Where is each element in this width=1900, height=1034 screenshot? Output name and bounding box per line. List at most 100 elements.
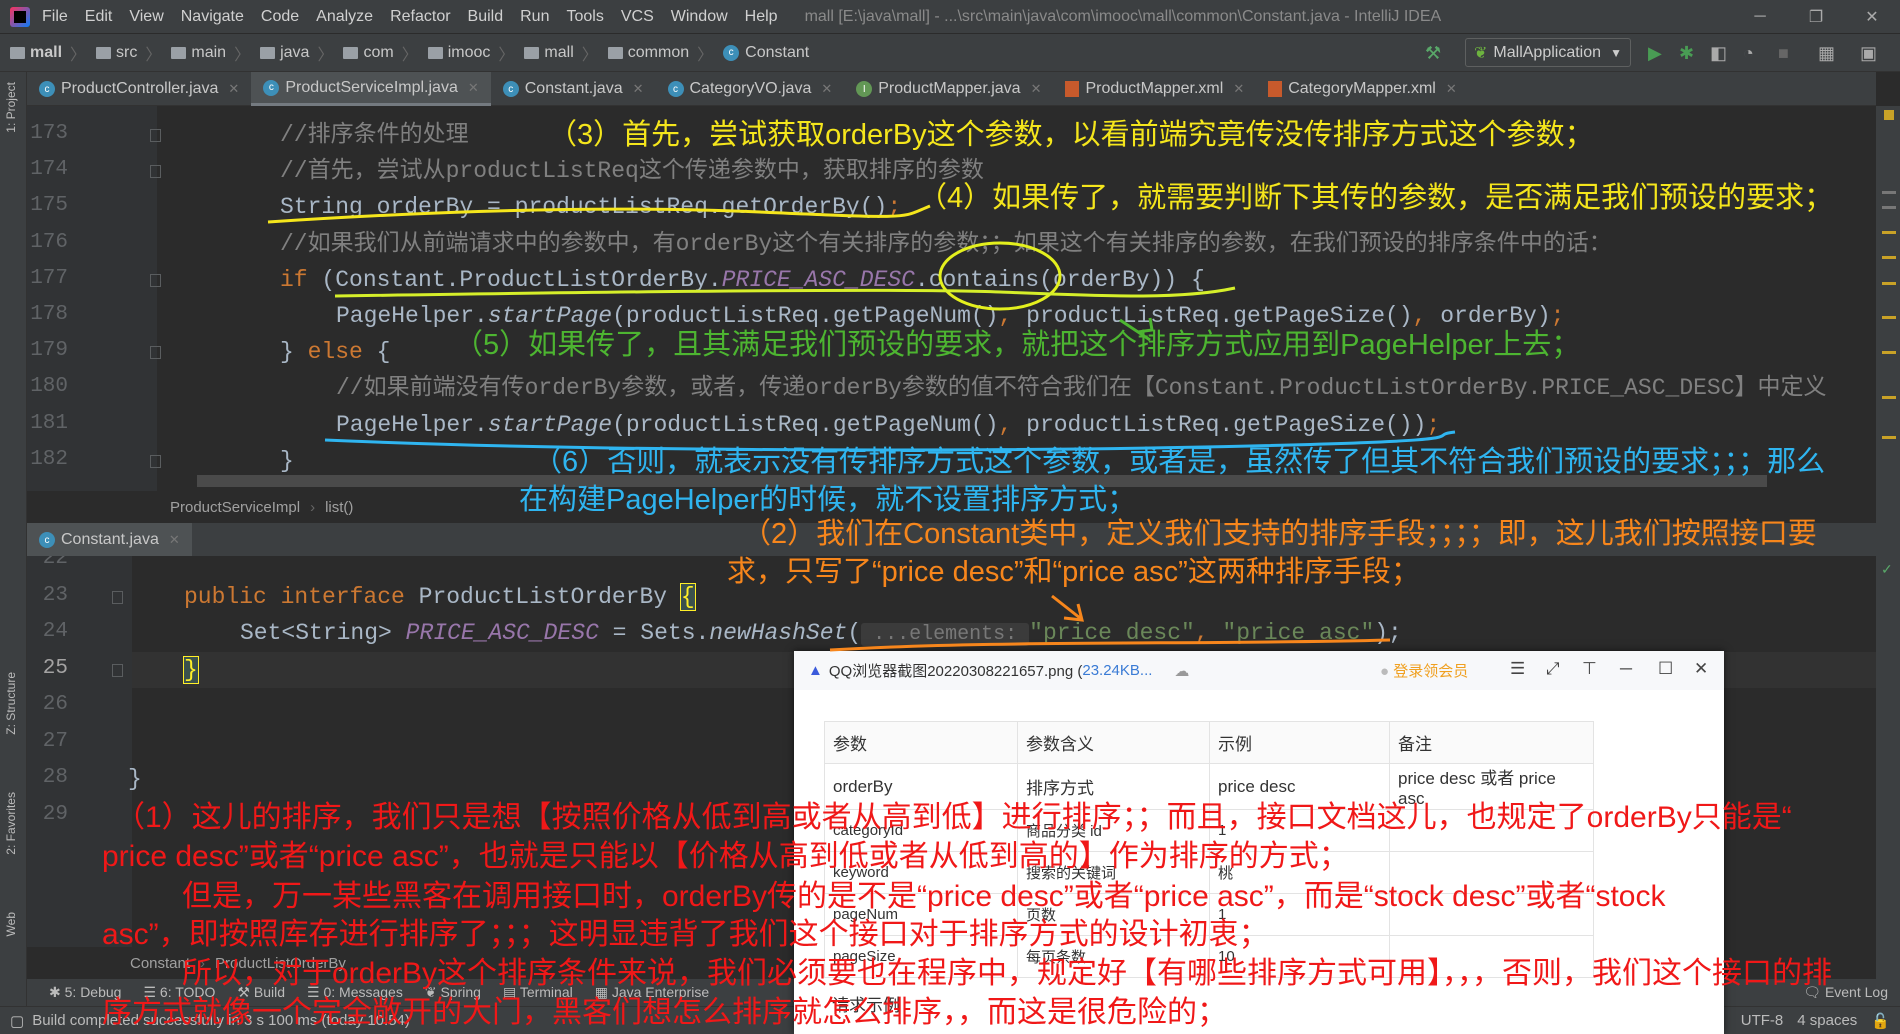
fold-marker-icon[interactable] [150,273,161,287]
breadcrumb-item[interactable]: src 〉 [96,41,161,65]
tab-constant-java[interactable]: c Constant.java ✕ [27,523,192,557]
tab-categoryvo-java[interactable]: c CategoryVO.java ✕ [656,72,845,106]
login-vip-link[interactable]: ● 登录领会员 [1380,660,1468,681]
pin-icon[interactable]: ⊤ [1582,659,1597,679]
project-name: mall [30,43,63,61]
tab-productcontroller-java[interactable]: c ProductController.java ✕ [27,72,251,106]
editor-product-service-impl[interactable]: 173 //排序条件的处理 174 //首先，尝试从productListReq这个传… [27,106,1876,491]
menu-tools[interactable]: Tools [566,8,603,26]
profile-icon[interactable]: ◔ [1743,43,1754,64]
code-line[interactable]: } [183,652,199,688]
code-line[interactable]: //首先，尝试从productListReq这个传递参数中，获取排序的参数 [280,153,984,189]
close-tab-icon[interactable]: ✕ [1233,81,1244,97]
fold-marker-icon[interactable] [112,590,123,604]
coverage-icon[interactable]: ◧ [1710,43,1727,64]
code-line[interactable]: String orderBy = productListReq.getOrder… [280,189,901,225]
menu-build[interactable]: Build [468,8,504,26]
project-structure-icon[interactable]: ▦ [1818,43,1835,64]
menu-file[interactable]: File [42,8,68,26]
minimize-button[interactable]: ─ [1732,8,1788,26]
minimize-icon[interactable]: ─ [1620,659,1632,679]
close-button[interactable]: ✕ [1844,7,1900,27]
debug-icon[interactable]: ✱ [1679,43,1694,64]
code-line[interactable]: public interface ProductListOrderBy { [184,579,696,615]
folder-icon [171,46,187,59]
close-tab-icon[interactable]: ✕ [169,532,180,548]
breadcrumb-item[interactable]: imooc 〉 [427,41,515,65]
menu-analyze[interactable]: Analyze [316,8,373,26]
build-hammer-icon[interactable]: ⚒ [1425,43,1441,64]
breadcrumb-item[interactable]: c Constant [723,41,809,65]
menu-icon[interactable]: ☰ [1510,659,1525,679]
tab-productmapper-xml[interactable]: ProductMapper.xml ✕ [1053,72,1256,106]
run-icon[interactable]: ▶ [1648,43,1662,64]
breadcrumb-item[interactable]: com 〉 [343,41,418,65]
code-token: .contains(orderBy)) { [914,266,1205,293]
close-tab-icon[interactable]: ✕ [1446,81,1457,97]
menu-run[interactable]: Run [520,8,549,26]
close-tab-icon[interactable]: ✕ [821,81,832,97]
chevron-right-icon: 〉 [498,46,515,64]
code-line[interactable]: if (Constant.ProductListOrderBy.PRICE_AS… [280,262,1205,298]
crumb-method[interactable]: list() [325,499,353,516]
breadcrumb-item[interactable]: mall 〉 [10,41,86,65]
menu-window[interactable]: Window [671,8,728,26]
encoding-indicator[interactable]: UTF-8 [1741,1012,1784,1029]
tab-constant-java[interactable]: c Constant.java ✕ [491,72,656,106]
terminal-window-icon[interactable]: ▣ [1860,43,1877,64]
indent-indicator[interactable]: 4 spaces [1797,1012,1857,1029]
breadcrumb-item[interactable]: main 〉 [171,41,250,65]
menu-view[interactable]: View [129,8,163,26]
fold-marker-icon[interactable] [150,129,161,142]
fold-marker-icon[interactable] [150,454,161,468]
maximize-icon[interactable]: ☐ [1658,659,1673,679]
toggle-tool-windows-icon[interactable]: ▢ [10,1012,24,1030]
tab-productserviceimpl-java[interactable]: c ProductServiceImpl.java ✕ [251,72,491,106]
crumb-class[interactable]: ProductServiceImpl [170,499,300,516]
favorites-tool-tab[interactable]: 2: Favorites [4,792,18,855]
close-icon[interactable]: ✕ [1694,659,1708,679]
error-stripe[interactable]: ✓ [1876,106,1900,979]
code-line[interactable]: //如果我们从前端请求中的参数中，有orderBy这个有关排序的参数；；如果这个… [280,226,1612,262]
restore-button[interactable]: ❐ [1788,7,1844,27]
code-line[interactable]: PageHelper.startPage(productListReq.getP… [336,407,1440,443]
lock-icon[interactable]: 🔓 [1871,1012,1890,1030]
annotation-2-line2: 求，只写了“price desc”和“price asc”这两种排序手段； [727,556,1420,588]
tab-productmapper-java[interactable]: I ProductMapper.java ✕ [844,72,1053,106]
upload-cloud-icon[interactable]: ☁ [1174,662,1189,680]
close-tab-icon[interactable]: ✕ [468,80,479,96]
run-config-dropdown[interactable]: ❦ MallApplication ▼ [1465,38,1631,67]
code-line[interactable]: //排序条件的处理 [280,117,469,153]
code-line[interactable]: } else { [280,334,390,370]
fold-marker-icon[interactable] [112,663,123,677]
close-tab-icon[interactable]: ✕ [1031,81,1042,97]
code-line[interactable]: //如果前端没有传orderBy参数，或者，传递orderBy参数的值不符合我们… [336,370,1827,406]
menu-vcs[interactable]: VCS [621,8,654,26]
structure-tool-tab[interactable]: Z: Structure [4,672,18,735]
fullscreen-icon[interactable]: ⤢ [1546,659,1560,679]
code-token: { [679,582,696,611]
fold-marker-icon[interactable] [150,165,161,179]
stop-icon[interactable]: ■ [1778,43,1789,64]
fold-marker-icon[interactable] [150,346,161,360]
keyword-token: if [280,266,308,293]
menu-navigate[interactable]: Navigate [181,8,244,26]
code-line[interactable]: } [128,761,142,797]
breadcrumb-item[interactable]: mall 〉 [524,41,598,65]
breadcrumb-item[interactable]: common 〉 [607,41,713,65]
table-cell: 备注 [1389,721,1594,764]
project-tool-tab[interactable]: 1: Project [4,82,18,133]
web-tool-tab[interactable]: Web [4,912,18,936]
folder-icon [260,46,276,59]
menu-code[interactable]: Code [261,8,299,26]
close-tab-icon[interactable]: ✕ [228,81,239,97]
tab-categorymapper-xml[interactable]: CategoryMapper.xml ✕ [1256,72,1469,106]
code-line[interactable]: Set<String> PRICE_ASC_DESC = Sets.newHas… [240,615,1402,653]
table-cell: 参数 [824,721,1018,764]
code-line[interactable]: } [280,443,294,479]
menu-refactor[interactable]: Refactor [390,8,450,26]
close-tab-icon[interactable]: ✕ [633,81,644,97]
menu-help[interactable]: Help [745,8,778,26]
menu-edit[interactable]: Edit [85,8,113,26]
breadcrumb-item[interactable]: java 〉 [260,41,333,65]
